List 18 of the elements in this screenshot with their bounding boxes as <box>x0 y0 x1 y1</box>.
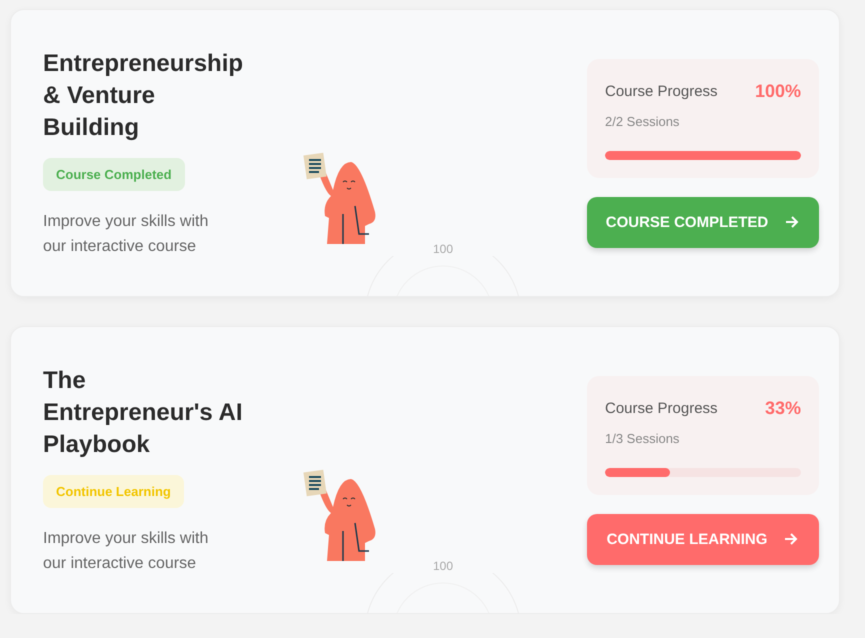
course-description: Improve your skills with our interactive course <box>43 528 210 574</box>
progress-percent: 33% <box>764 398 801 418</box>
arrow-right-icon <box>783 531 800 547</box>
gauge-label: 100 <box>432 559 454 573</box>
arrow-right-icon <box>784 214 800 230</box>
course-description: Improve your skills with our interactive course <box>43 212 210 256</box>
gauge-label: 100 <box>432 242 454 256</box>
progress-percent: 100% <box>754 80 801 102</box>
progress-label: Course Progress <box>605 400 718 416</box>
course-action-button[interactable]: COURSE COMPLETED <box>587 196 819 248</box>
session-count: 1/3 Sessions <box>605 430 680 446</box>
status-badge: Continue Learning <box>43 474 184 508</box>
session-count: 2/2 Sessions <box>605 114 680 128</box>
status-badge: Course Completed <box>43 158 185 190</box>
progress-label: Course Progress <box>605 82 718 100</box>
course-title: The Entrepreneur's AI Playbook <box>43 366 244 460</box>
course-action-button[interactable]: CONTINUE LEARNING <box>587 514 819 564</box>
course-title: Entrepreneurship & Venture Building <box>43 48 244 142</box>
